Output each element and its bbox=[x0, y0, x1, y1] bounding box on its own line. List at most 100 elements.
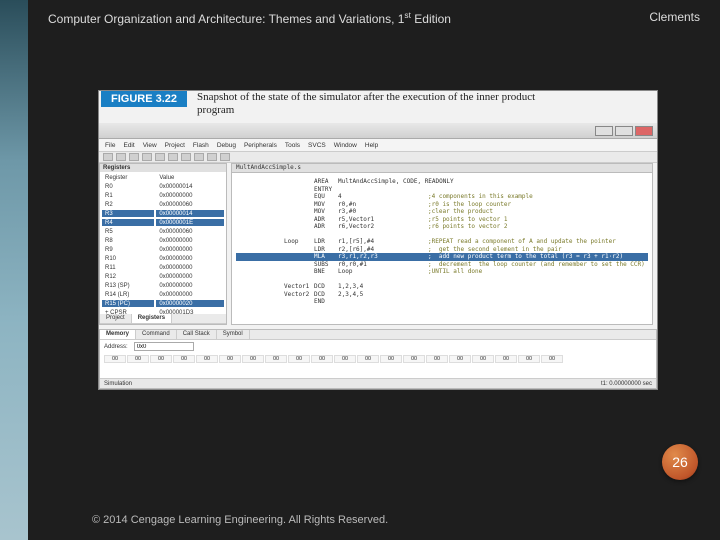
register-row[interactable]: R100x00000000 bbox=[102, 255, 224, 262]
author: Clements bbox=[649, 10, 700, 26]
code-line[interactable]: ADRr6,Vector2;r6 points to vector 2 bbox=[236, 223, 648, 231]
code-line[interactable]: AREAMultAndAccSimple, CODE, READONLY bbox=[236, 178, 648, 186]
close-button[interactable] bbox=[635, 126, 653, 136]
address-input[interactable] bbox=[134, 342, 194, 351]
tab-project[interactable]: Project bbox=[100, 314, 132, 323]
memory-cell[interactable]: 00 bbox=[472, 355, 494, 363]
code-line[interactable]: MOVr3,#0;clear the product bbox=[236, 208, 648, 216]
register-name: R5 bbox=[102, 228, 154, 235]
memory-cell[interactable]: 00 bbox=[196, 355, 218, 363]
memory-cell[interactable]: 00 bbox=[265, 355, 287, 363]
register-name: R0 bbox=[102, 183, 154, 190]
memory-cell[interactable]: 00 bbox=[242, 355, 264, 363]
bottom-tabs: Memory Command Call Stack Symbol bbox=[100, 330, 656, 340]
code-body[interactable]: AREAMultAndAccSimple, CODE, READONLYENTR… bbox=[236, 178, 648, 306]
memory-cell[interactable]: 00 bbox=[104, 355, 126, 363]
menu-window[interactable]: Window bbox=[334, 142, 357, 149]
toolbar-button[interactable] bbox=[207, 153, 217, 161]
register-row[interactable]: R20x00000060 bbox=[102, 201, 224, 208]
code-line[interactable] bbox=[236, 231, 648, 239]
memory-cell[interactable]: 00 bbox=[426, 355, 448, 363]
tab-command[interactable]: Command bbox=[136, 330, 177, 339]
toolbar-button[interactable] bbox=[194, 153, 204, 161]
memory-cell[interactable]: 00 bbox=[380, 355, 402, 363]
memory-cell[interactable]: 00 bbox=[288, 355, 310, 363]
memory-cell[interactable]: 00 bbox=[518, 355, 540, 363]
tab-registers[interactable]: Registers bbox=[132, 314, 172, 323]
tab-callstack[interactable]: Call Stack bbox=[177, 330, 217, 339]
tab-memory[interactable]: Memory bbox=[100, 330, 136, 339]
memory-cell[interactable]: 00 bbox=[449, 355, 471, 363]
code-line[interactable]: ENTRY bbox=[236, 186, 648, 194]
code-line[interactable]: MOVr0,#n;r0 is the loop counter bbox=[236, 201, 648, 209]
memory-panel: Memory Command Call Stack Symbol Address… bbox=[99, 329, 657, 389]
memory-cell[interactable]: 00 bbox=[334, 355, 356, 363]
menu-peripherals[interactable]: Peripherals bbox=[244, 142, 277, 149]
register-value: 0x00000000 bbox=[156, 291, 224, 298]
register-row[interactable]: R80x00000000 bbox=[102, 237, 224, 244]
menu-file[interactable]: File bbox=[105, 142, 115, 149]
register-row[interactable]: R14 (LR)0x00000000 bbox=[102, 291, 224, 298]
memory-cell[interactable]: 00 bbox=[127, 355, 149, 363]
toolbar-button[interactable] bbox=[129, 153, 139, 161]
register-value: 0x00000060 bbox=[156, 228, 224, 235]
toolbar-button[interactable] bbox=[168, 153, 178, 161]
register-row[interactable]: R50x00000060 bbox=[102, 228, 224, 235]
register-row[interactable]: R10x00000000 bbox=[102, 192, 224, 199]
menu-edit[interactable]: Edit bbox=[123, 142, 134, 149]
register-row[interactable]: R00x00000014 bbox=[102, 183, 224, 190]
register-row[interactable]: R90x00000000 bbox=[102, 246, 224, 253]
memory-cell[interactable]: 00 bbox=[541, 355, 563, 363]
menu-view[interactable]: View bbox=[143, 142, 157, 149]
toolbar-button[interactable] bbox=[155, 153, 165, 161]
register-name: R8 bbox=[102, 237, 154, 244]
toolbar-button[interactable] bbox=[181, 153, 191, 161]
title-after: Edition bbox=[411, 12, 451, 26]
col-register: Register bbox=[102, 174, 154, 181]
register-value: 0x00000000 bbox=[156, 255, 224, 262]
menu-svcs[interactable]: SVCS bbox=[308, 142, 326, 149]
maximize-button[interactable] bbox=[615, 126, 633, 136]
register-row[interactable]: R110x00000000 bbox=[102, 264, 224, 271]
book-title: Computer Organization and Architecture: … bbox=[48, 10, 451, 26]
code-line[interactable]: MLAr3,r1,r2,r3; add new product term to … bbox=[236, 253, 648, 261]
register-row[interactable]: R15 (PC)0x00000020 bbox=[102, 300, 224, 307]
tab-symbol[interactable]: Symbol bbox=[217, 330, 250, 339]
code-line[interactable] bbox=[236, 276, 648, 284]
register-row[interactable]: R120x00000000 bbox=[102, 273, 224, 280]
toolbar-button[interactable] bbox=[142, 153, 152, 161]
toolbar-button[interactable] bbox=[116, 153, 126, 161]
code-line[interactable]: Vector1DCD1,2,3,4 bbox=[236, 283, 648, 291]
page-number-badge: 26 bbox=[662, 444, 698, 480]
memory-cell[interactable]: 00 bbox=[219, 355, 241, 363]
menu-tools[interactable]: Tools bbox=[285, 142, 300, 149]
code-line[interactable]: ADRr5,Vector1;r5 points to vector 1 bbox=[236, 216, 648, 224]
memory-cell[interactable]: 00 bbox=[150, 355, 172, 363]
code-line[interactable]: END bbox=[236, 298, 648, 306]
code-line[interactable]: Vector2DCD2,3,4,5 bbox=[236, 291, 648, 299]
register-value: 0x00000000 bbox=[156, 246, 224, 253]
code-line[interactable]: EQU4;4 components in this example bbox=[236, 193, 648, 201]
code-tab[interactable]: MultAndAccSimple.s bbox=[236, 164, 301, 171]
memory-cell[interactable]: 00 bbox=[495, 355, 517, 363]
memory-cell[interactable]: 00 bbox=[173, 355, 195, 363]
code-line[interactable]: SUBSr0,r0,#1; decrement the loop counter… bbox=[236, 261, 648, 269]
menu-flash[interactable]: Flash bbox=[193, 142, 209, 149]
memory-cell[interactable]: 00 bbox=[311, 355, 333, 363]
toolbar-button[interactable] bbox=[103, 153, 113, 161]
register-row[interactable]: R13 (SP)0x00000000 bbox=[102, 282, 224, 289]
code-line[interactable]: LoopLDRr1,[r5],#4;REPEAT read a componen… bbox=[236, 238, 648, 246]
toolbar-button[interactable] bbox=[220, 153, 230, 161]
code-line[interactable]: LDRr2,[r6],#4; get the second element in… bbox=[236, 246, 648, 254]
accent-bar bbox=[0, 0, 28, 540]
minimize-button[interactable] bbox=[595, 126, 613, 136]
menu-project[interactable]: Project bbox=[165, 142, 185, 149]
memory-cell[interactable]: 00 bbox=[357, 355, 379, 363]
code-line[interactable]: BNELoop;UNTIL all done bbox=[236, 268, 648, 276]
memory-cell[interactable]: 00 bbox=[403, 355, 425, 363]
menu-help[interactable]: Help bbox=[365, 142, 378, 149]
menu-debug[interactable]: Debug bbox=[217, 142, 236, 149]
register-row[interactable]: R30x00000014 bbox=[102, 210, 224, 217]
register-row[interactable]: R40x0000001E bbox=[102, 219, 224, 226]
register-name: R9 bbox=[102, 246, 154, 253]
